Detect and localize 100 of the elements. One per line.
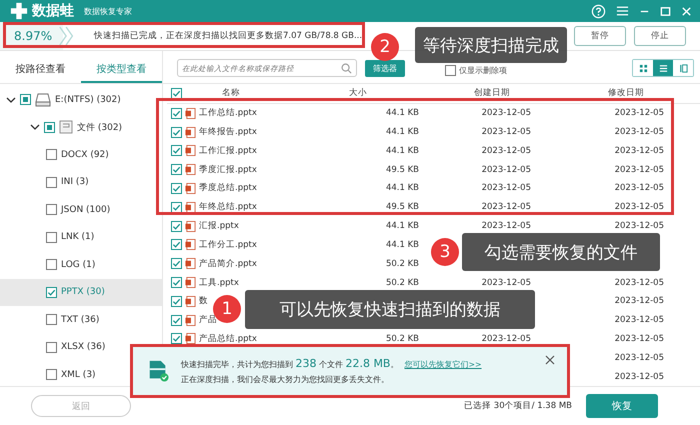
view-tab[interactable]: 按路径查看 (0, 57, 81, 83)
file-name: 工作分工.pptx (199, 238, 257, 251)
checkbox[interactable] (171, 239, 182, 250)
tree-item[interactable]: LOG (1) (0, 251, 162, 278)
created-date: 2023-12-05 (482, 146, 531, 156)
checkbox[interactable] (46, 259, 57, 270)
tree-item[interactable]: JSON (100) (0, 196, 162, 224)
modified-date: 2023-12-05 (614, 202, 664, 212)
checkbox[interactable] (171, 182, 182, 194)
column-header[interactable]: 大小 (291, 87, 425, 100)
created-date: 2023-12-05 (482, 334, 531, 344)
created-date: 2023-12-05 (482, 164, 531, 175)
checkbox[interactable] (171, 333, 182, 344)
checkbox[interactable] (46, 286, 57, 298)
created-date: 2023-12-05 (482, 108, 531, 118)
tree-item[interactable]: INI (3) (0, 168, 162, 196)
view-tab[interactable]: 按类型查看 (81, 57, 162, 83)
checkbox[interactable] (46, 149, 57, 160)
modified-date: 2023-12-05 (614, 108, 664, 118)
pptx-file-icon (185, 108, 196, 119)
maximize-icon[interactable] (660, 6, 671, 16)
checkbox[interactable] (171, 314, 182, 326)
tree-label: TXT (36) (61, 314, 100, 325)
app-subtitle: 数据恢复专家 (84, 6, 132, 16)
checkbox[interactable] (171, 258, 182, 270)
modified-date: 2023-12-05 (614, 352, 664, 363)
file-size: 50.2 KB (386, 334, 419, 344)
modified-date: 2023-12-05 (614, 296, 664, 306)
checkbox[interactable] (171, 108, 182, 119)
pptx-file-icon (185, 258, 196, 270)
column-header[interactable]: 名称 (171, 87, 291, 100)
file-name: 产品总结.pptx (199, 332, 257, 345)
checkbox[interactable] (445, 65, 456, 76)
column-header[interactable]: 创建日期 (425, 87, 559, 100)
list-icon (658, 64, 668, 72)
logo-icon (10, 2, 28, 20)
recover-button[interactable]: 恢复 (586, 394, 658, 418)
modified-date: 2023-12-05 (614, 372, 664, 382)
folder-icon (59, 120, 73, 134)
file-name: 年终报告.pptx (199, 126, 257, 138)
modified-date: 2023-12-05 (614, 221, 664, 232)
tree-item[interactable]: DOCX (92) (0, 141, 162, 168)
checkbox[interactable] (171, 164, 182, 176)
checkbox[interactable] (171, 126, 182, 138)
file-size: 44.1 KB (386, 240, 419, 250)
menu-icon[interactable] (616, 5, 629, 17)
tree-item[interactable]: TXT (36) (0, 306, 162, 334)
checkbox[interactable] (171, 220, 182, 232)
checkbox[interactable] (46, 176, 57, 188)
callout-text: 勾选需要恢复的文件 (462, 233, 660, 271)
modified-date: 2023-12-05 (614, 183, 664, 194)
checkbox[interactable] (46, 204, 57, 216)
pptx-file-icon (185, 164, 196, 176)
modified-date: 2023-12-05 (614, 164, 664, 175)
pptx-file-icon (185, 126, 196, 138)
checkbox[interactable] (46, 232, 57, 243)
tree-item[interactable]: 文件 (302) (0, 114, 162, 141)
checkbox[interactable] (171, 202, 182, 213)
chevron-icon[interactable] (30, 122, 40, 132)
tree-label: INI (3) (61, 177, 89, 188)
column-header[interactable]: 修改日期 (559, 87, 693, 100)
pptx-file-icon (185, 182, 196, 194)
progress-message: 快速扫描已完成，正在深度扫描以找回更多数据7.07 GB/78.8 GB... (94, 30, 362, 42)
created-date: 2023-12-05 (482, 127, 531, 138)
file-size: 50.2 KB (386, 278, 419, 288)
scan-button[interactable]: 暂停 (574, 26, 626, 46)
checkbox[interactable] (171, 88, 182, 99)
scan-button[interactable]: 停止 (634, 26, 686, 46)
checkbox[interactable] (171, 145, 182, 156)
view-mode-button[interactable] (653, 60, 673, 76)
tree-label: 文件 (302) (77, 122, 122, 134)
tree-item[interactable]: XML (3) (0, 361, 162, 388)
help-icon[interactable] (591, 4, 606, 18)
file-size: 44.1 KB (386, 146, 419, 156)
checkbox[interactable] (46, 314, 57, 326)
checkbox[interactable] (44, 122, 55, 133)
checkbox[interactable] (46, 369, 57, 380)
tree-label: JSON (100) (61, 204, 110, 215)
tree-label: E:(NTFS) (302) (55, 94, 121, 105)
file-size: 50.2 KB (386, 258, 419, 269)
chevron-icon[interactable] (6, 94, 16, 105)
file-size: 44.1 KB (386, 127, 419, 138)
step-badge: 2 (371, 33, 399, 61)
tree-item[interactable]: E:(NTFS) (302) (0, 86, 162, 114)
app-name: 数据蛙 (32, 2, 74, 20)
file-size: 44.1 KB (386, 183, 419, 194)
file-size: 44.1 KB (386, 108, 419, 118)
pptx-file-icon (185, 333, 196, 344)
filter-button[interactable]: 筛选器 (365, 60, 405, 77)
tree-item[interactable]: XLSX (36) (0, 334, 162, 361)
checkbox[interactable] (46, 342, 57, 353)
checkbox[interactable] (171, 277, 182, 288)
tree-label: LNK (1) (61, 232, 94, 242)
checkbox[interactable] (171, 296, 182, 307)
close-icon[interactable] (545, 355, 555, 365)
file-name: 工具.pptx (199, 276, 239, 289)
drive-icon (35, 92, 51, 107)
tree-item[interactable]: LNK (1) (0, 224, 162, 251)
file-name: 季度汇报.pptx (199, 164, 257, 176)
checkbox[interactable] (20, 94, 31, 106)
